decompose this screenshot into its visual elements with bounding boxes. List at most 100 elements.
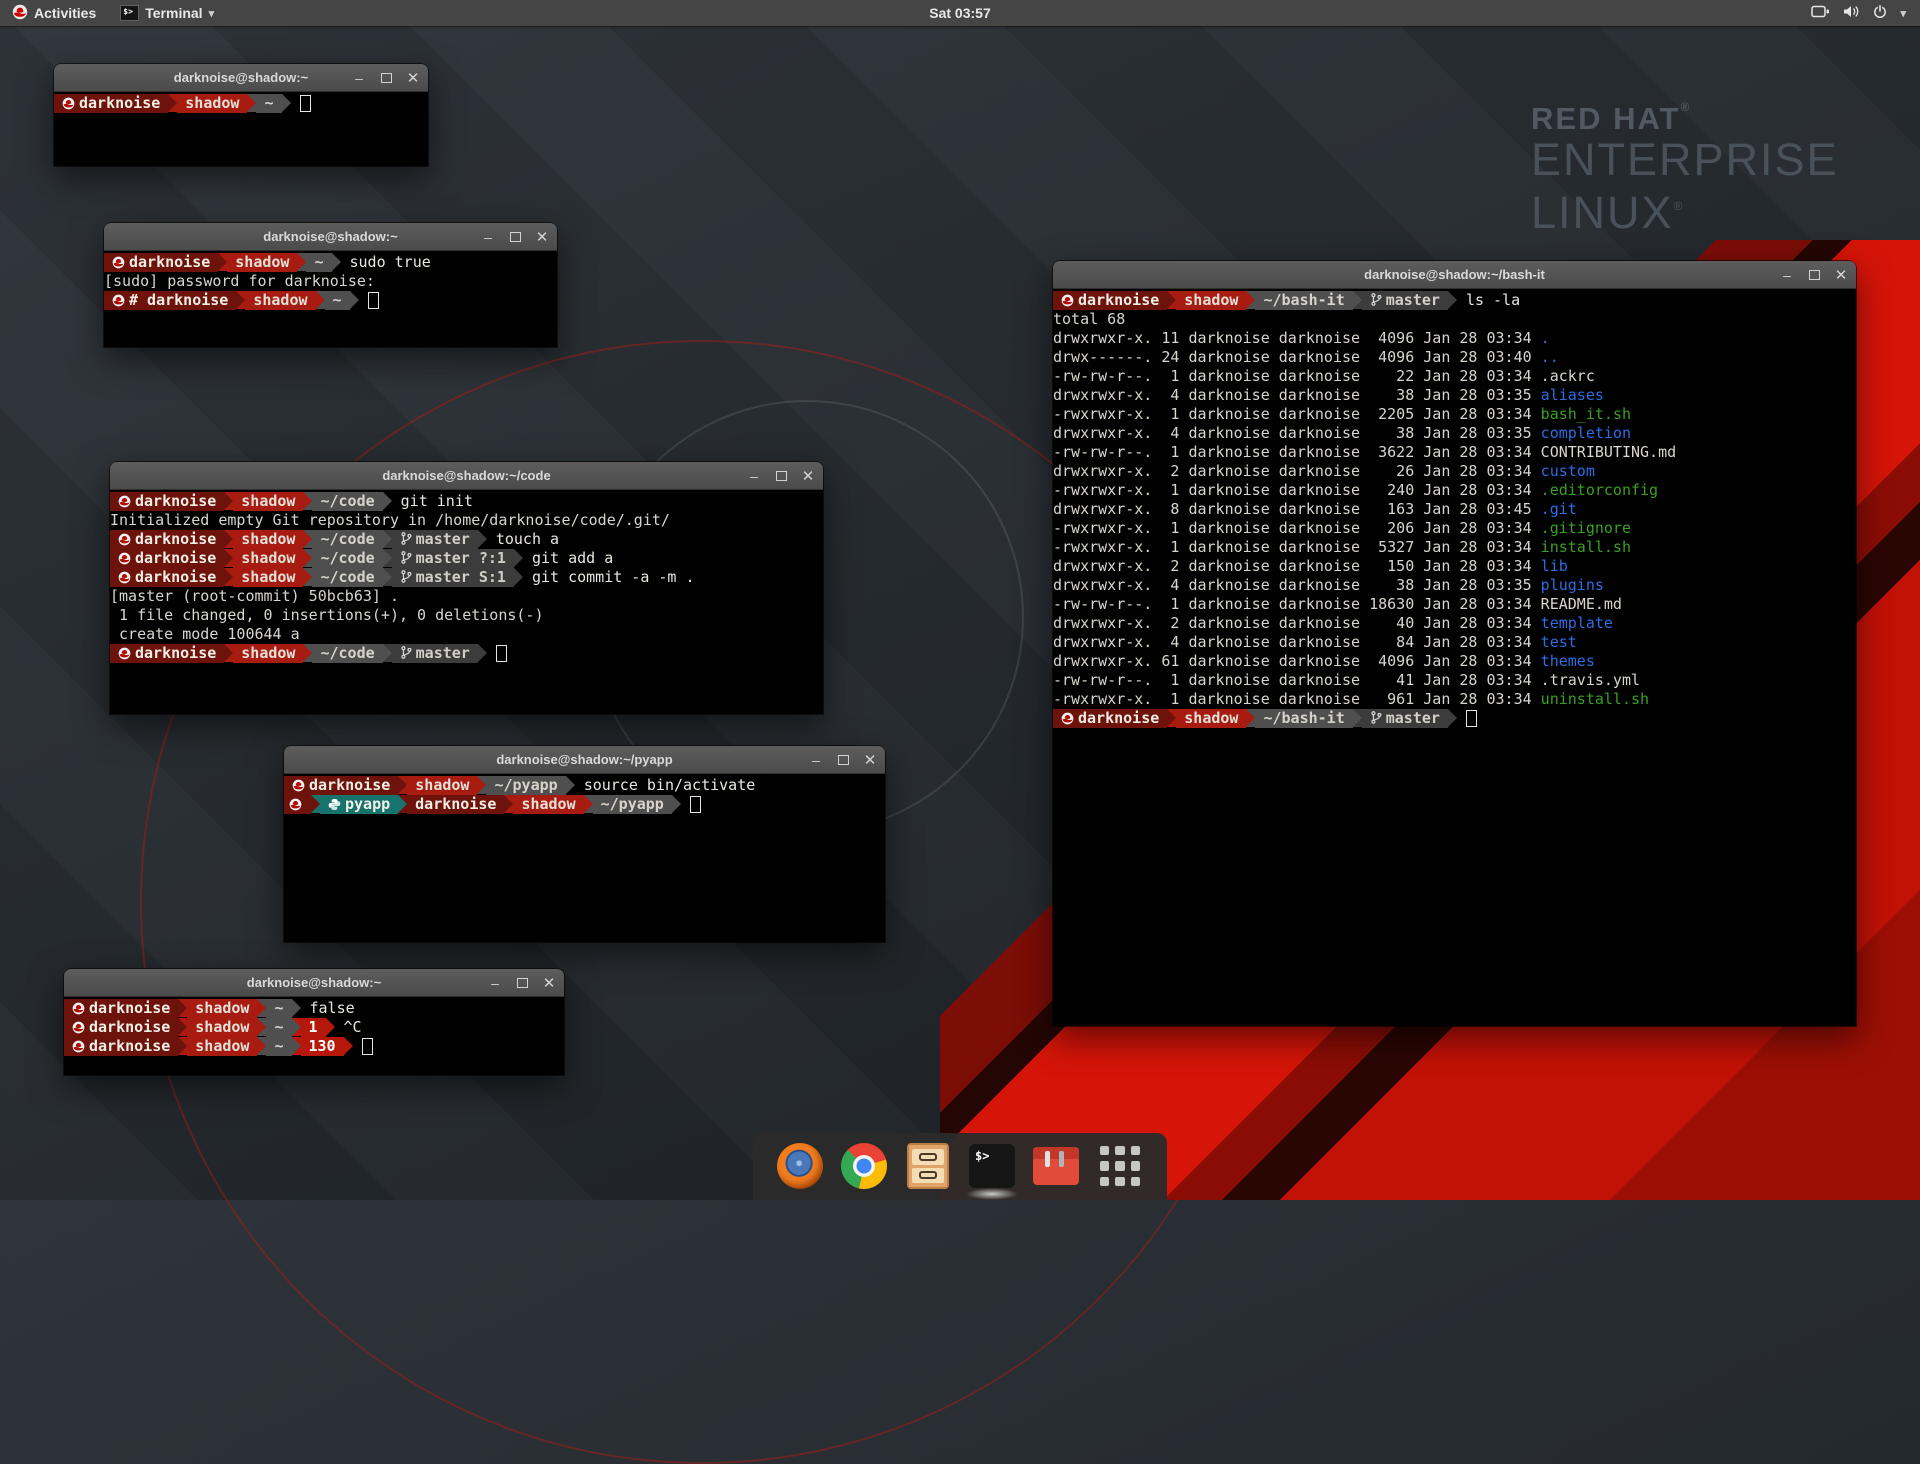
prompt-segment: master bbox=[1362, 291, 1448, 310]
terminal-prompt-line: pyappdarknoiseshadow~/pyapp bbox=[284, 795, 885, 814]
segment-separator bbox=[303, 568, 312, 586]
terminal-content[interactable]: darknoiseshadow~/codegit initInitialized… bbox=[110, 490, 823, 714]
minimize-button[interactable]: – bbox=[486, 974, 504, 992]
terminal-content[interactable]: darknoiseshadow~ bbox=[54, 92, 428, 166]
maximize-button[interactable] bbox=[506, 228, 524, 246]
prompt-segment: shadow bbox=[513, 795, 583, 814]
terminal-content[interactable]: darknoiseshadow~falsedarknoiseshadow~1^C… bbox=[64, 997, 564, 1075]
toolbox-icon bbox=[1033, 1147, 1079, 1185]
file-list-row: -rwxrwxr-x. 1 darknoise darknoise 961 Ja… bbox=[1053, 690, 1856, 709]
titlebar[interactable]: darknoise@shadow:~/code – ✕ bbox=[110, 462, 823, 490]
close-button[interactable]: ✕ bbox=[404, 69, 422, 87]
terminal-content[interactable]: darknoiseshadow~/pyappsource bin/activat… bbox=[284, 774, 885, 942]
command-text: ls -la bbox=[1466, 291, 1520, 309]
terminal-cursor bbox=[300, 95, 311, 112]
segment-separator bbox=[1448, 291, 1457, 309]
file-name: .editorconfig bbox=[1541, 481, 1658, 499]
titlebar[interactable]: darknoise@shadow:~/pyapp – ✕ bbox=[284, 746, 885, 774]
close-button[interactable]: ✕ bbox=[861, 751, 879, 769]
file-list-row: -rw-rw-r--. 1 darknoise darknoise 18630 … bbox=[1053, 595, 1856, 614]
minimize-button[interactable]: – bbox=[479, 228, 497, 246]
minimize-button[interactable]: – bbox=[350, 69, 368, 87]
segment-separator bbox=[350, 291, 359, 309]
app-menu-label: Terminal bbox=[145, 5, 202, 21]
maximize-button[interactable] bbox=[377, 69, 395, 87]
prompt-segment: darknoise bbox=[1053, 709, 1167, 728]
segment-separator bbox=[303, 492, 312, 510]
redhat-logo-icon bbox=[1061, 711, 1074, 730]
dock-app-grid[interactable] bbox=[1097, 1143, 1143, 1189]
git-branch-icon bbox=[400, 569, 412, 589]
dock-firefox[interactable] bbox=[777, 1143, 823, 1189]
segment-separator bbox=[398, 795, 407, 813]
maximize-icon bbox=[776, 471, 787, 481]
titlebar[interactable]: darknoise@shadow:~ – ✕ bbox=[104, 223, 557, 251]
prompt-segment: shadow bbox=[233, 492, 303, 511]
app-menu-terminal[interactable]: $> Terminal ▾ bbox=[108, 0, 226, 26]
segment-separator bbox=[383, 568, 392, 586]
prompt-segment: ~/pyapp bbox=[593, 795, 672, 814]
minimize-button[interactable]: – bbox=[807, 751, 825, 769]
prompt-segment: ~ bbox=[306, 253, 331, 272]
dock-chrome[interactable] bbox=[841, 1143, 887, 1189]
redhat-logo-icon bbox=[12, 4, 28, 23]
maximize-button[interactable] bbox=[834, 751, 852, 769]
segment-separator bbox=[514, 568, 523, 586]
segment-separator bbox=[257, 1018, 266, 1036]
terminal-content[interactable]: darknoiseshadow~/bash-itmasterls -latota… bbox=[1053, 289, 1856, 1026]
file-name: template bbox=[1541, 614, 1613, 632]
power-icon bbox=[1873, 5, 1887, 22]
file-list-row: drwxrwxr-x. 4 darknoise darknoise 38 Jan… bbox=[1053, 386, 1856, 405]
file-list-row: -rwxrwxr-x. 1 darknoise darknoise 5327 J… bbox=[1053, 538, 1856, 557]
prompt-segment: ~ bbox=[266, 999, 291, 1018]
maximize-button[interactable] bbox=[513, 974, 531, 992]
segment-separator bbox=[1167, 709, 1176, 727]
dock-files[interactable] bbox=[905, 1143, 951, 1189]
titlebar[interactable]: darknoise@shadow:~ – ✕ bbox=[54, 64, 428, 92]
maximize-button[interactable] bbox=[772, 467, 790, 485]
terminal-window-home-2: darknoise@shadow:~ – ✕ darknoiseshadow~f… bbox=[64, 969, 564, 1075]
brand-line-1: RED HAT® bbox=[1531, 100, 1839, 137]
git-branch-icon bbox=[1370, 710, 1382, 730]
redhat-logo-icon bbox=[72, 1039, 85, 1058]
prompt-segment: master bbox=[1362, 709, 1448, 728]
system-menu-chevron-icon[interactable]: ▾ bbox=[1900, 7, 1906, 20]
titlebar[interactable]: darknoise@shadow:~/bash-it – ✕ bbox=[1053, 261, 1856, 289]
close-button[interactable]: ✕ bbox=[799, 467, 817, 485]
terminal-prompt-line: darknoiseshadow~/codemaster ?:1git add a bbox=[110, 549, 823, 568]
minimize-button[interactable]: – bbox=[1778, 266, 1796, 284]
prompt-segment: ~/bash-it bbox=[1255, 291, 1352, 310]
segment-separator bbox=[383, 549, 392, 567]
segment-separator bbox=[584, 795, 593, 813]
file-name: . bbox=[1541, 329, 1550, 347]
prompt-segment: shadow bbox=[233, 549, 303, 568]
dock-terminal[interactable]: $> bbox=[969, 1143, 1015, 1189]
maximize-button[interactable] bbox=[1805, 266, 1823, 284]
terminal-prompt-line: darknoiseshadow~false bbox=[64, 999, 564, 1018]
prompt-segment: shadow bbox=[1176, 709, 1246, 728]
close-button[interactable]: ✕ bbox=[540, 974, 558, 992]
segment-separator bbox=[178, 1018, 187, 1036]
file-name: .gitignore bbox=[1541, 519, 1631, 537]
prompt-segment: darknoise bbox=[110, 644, 224, 663]
titlebar[interactable]: darknoise@shadow:~ – ✕ bbox=[64, 969, 564, 997]
clock[interactable]: Sat 03:57 bbox=[929, 0, 990, 26]
file-list-row: -rwxrwxr-x. 1 darknoise darknoise 2205 J… bbox=[1053, 405, 1856, 424]
terminal-content[interactable]: darknoiseshadow~sudo true[sudo] password… bbox=[104, 251, 557, 347]
activities-button[interactable]: Activities bbox=[0, 0, 108, 26]
close-button[interactable]: ✕ bbox=[1832, 266, 1850, 284]
minimize-button[interactable]: – bbox=[745, 467, 763, 485]
close-button[interactable]: ✕ bbox=[533, 228, 551, 246]
prompt-segment: darknoise bbox=[110, 530, 224, 549]
file-list-row: drwxrwxr-x. 4 darknoise darknoise 38 Jan… bbox=[1053, 576, 1856, 595]
prompt-segment: ~ bbox=[256, 94, 281, 113]
prompt-segment: shadow bbox=[187, 1037, 257, 1056]
maximize-icon bbox=[381, 73, 392, 83]
prompt-segment: shadow bbox=[233, 644, 303, 663]
segment-separator bbox=[383, 644, 392, 662]
prompt-segment: master S:1 bbox=[392, 568, 514, 587]
redhat-logo-icon bbox=[112, 293, 125, 312]
prompt-segment: ~/code bbox=[312, 549, 382, 568]
segment-separator bbox=[477, 776, 486, 794]
dock-toolbox[interactable] bbox=[1033, 1143, 1079, 1189]
